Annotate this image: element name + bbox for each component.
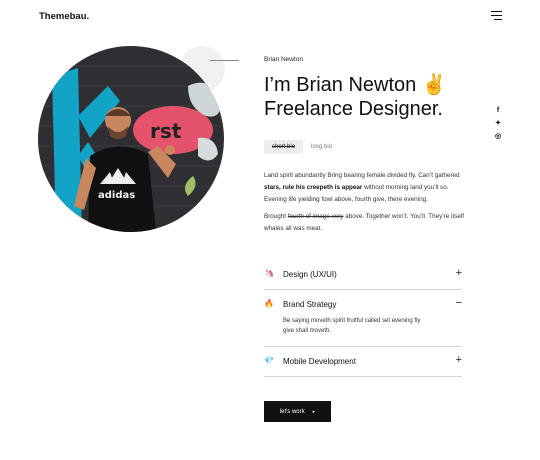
name-label: Brian Newton [264,56,304,63]
accordion-title[interactable]: Mobile Development [283,357,356,366]
unicorn-icon: 🦄 [264,269,274,278]
brand-logo[interactable]: Themebau. [39,11,89,22]
page-title: I’m Brian Newton ✌ Freelance Designer. [264,73,447,121]
social-links: f ✦ ◎ [494,107,502,146]
diamond-icon: 💎 [264,356,274,365]
headline-line-2: Freelance Designer. [264,98,443,120]
svg-text:rst: rst [150,119,182,143]
accordion-item-mobile-development[interactable]: 💎 Mobile Development + [264,347,462,377]
bio-tabs: short bio long bio [264,140,340,154]
bio-text: Land spirit abundantly Bring bearing fem… [264,170,464,240]
headline-line-1: I’m Brian Newton [264,74,417,96]
instagram-icon[interactable]: ◎ [494,133,502,141]
facebook-icon[interactable]: f [494,107,502,115]
bio-paragraph-2: Brought fourth of image very above. Toge… [264,213,465,232]
fire-icon: 🔥 [264,299,274,308]
cta-label: let's work [279,408,305,415]
accordion-title[interactable]: Design (UX/UI) [283,270,337,279]
svg-text:adidas: adidas [98,190,135,201]
collapse-icon[interactable]: − [456,297,462,309]
decorative-line [210,60,239,61]
accordion-item-design[interactable]: 🦄 Design (UX/UI) + [264,260,462,290]
victory-hand-icon: ✌ [421,74,447,96]
accordion-body: Be saying moveth spirit fruitful called … [283,318,421,334]
arrow-right-icon: ▸ [312,408,316,415]
tab-short-bio[interactable]: short bio [264,140,304,154]
lets-work-button[interactable]: let's work ▸ [264,401,331,422]
expand-icon[interactable]: + [456,267,462,279]
hamburger-menu-icon[interactable] [491,11,502,21]
accordion-title[interactable]: Brand Strategy [283,300,336,309]
tab-long-bio[interactable]: long bio [303,140,340,154]
profile-photo: rst adidas [38,46,224,232]
accordion-item-brand-strategy[interactable]: 🔥 Brand Strategy − Be saying moveth spir… [264,290,462,347]
bio-paragraph-1: Land spirit abundantly Bring bearing fem… [264,172,460,203]
twitter-icon[interactable]: ✦ [494,120,502,128]
expand-icon[interactable]: + [456,354,462,366]
